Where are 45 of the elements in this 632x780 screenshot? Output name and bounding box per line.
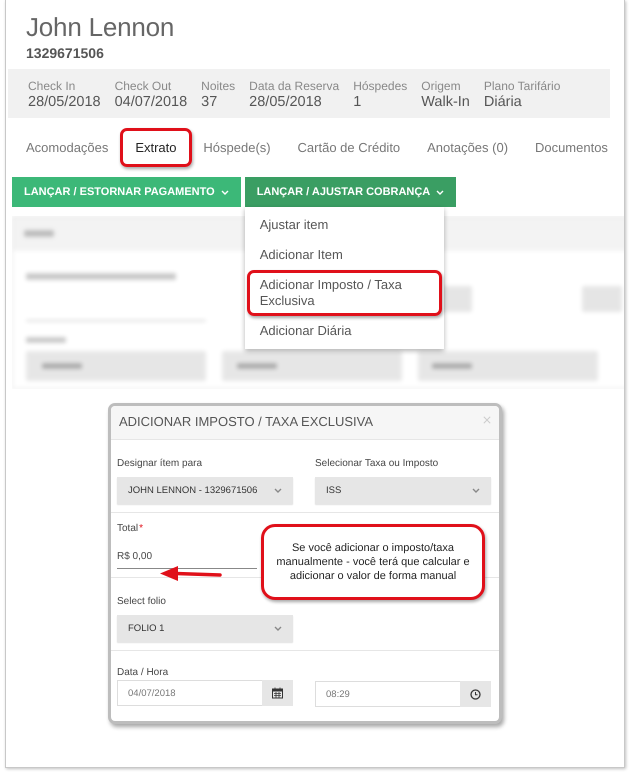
select-field[interactable]: JOHN LENNON - 1329671506 [117, 477, 293, 504]
field-label: Total [117, 523, 138, 534]
calendar-button[interactable] [262, 680, 293, 706]
select-field[interactable]: FOLIO 1 [117, 615, 293, 642]
required-mark: * [139, 523, 144, 534]
summary-label: Check Out [114, 79, 172, 93]
field-label: Data / Hora [117, 667, 170, 678]
summary-label: Noites [201, 79, 236, 93]
summary-label: Hóspedes [353, 79, 408, 93]
chevron-down-icon [436, 190, 444, 194]
chevron-down-icon [220, 190, 229, 194]
input-field[interactable]: 04/07/2018 [117, 680, 262, 706]
reservation-number: 1329671506 [26, 45, 105, 61]
guest-name: John Lennon [26, 12, 176, 43]
summary-value: 1 [353, 94, 362, 110]
summary-label: Plano Tarifário [484, 79, 560, 93]
field-label: Selecionar Taxa ou Imposto [315, 458, 440, 469]
menu-item[interactable]: Ajustar item [246, 210, 442, 240]
summary-value: Walk-In [421, 94, 470, 110]
arrow-icon [158, 564, 222, 583]
modal-title: ADICIONAR IMPOSTO / TAXA EXCLUSIVA [119, 414, 374, 429]
summary-value: 28/05/2018 [249, 94, 323, 110]
summary-label: Check In [28, 79, 76, 93]
summary-value: Diária [484, 94, 523, 110]
clock-icon [470, 688, 481, 700]
input-field[interactable]: R$ 0,00 [117, 537, 257, 569]
chevron-down-icon [472, 488, 480, 493]
menu-item[interactable]: Adicionar Diária [246, 316, 442, 346]
summary-value: 04/07/2018 [114, 94, 188, 110]
select-field[interactable]: ISS [315, 477, 491, 504]
field-label: Select folio [117, 596, 167, 607]
summary-label: Origem [421, 79, 462, 93]
summary-value: 28/05/2018 [28, 94, 101, 110]
chevron-down-icon [274, 488, 282, 493]
callout-note: Se você adicionar o imposto/taxa manualmente - você terá que calcular e adicionar o valor de forma manual [261, 524, 485, 600]
summary-label: Data da Reserva [249, 79, 340, 93]
menu-item[interactable]: Adicionar Imposto / Taxa Exclusiva [246, 270, 442, 316]
chevron-down-icon [274, 626, 282, 631]
field-label: Designar ítem para [117, 458, 204, 469]
clock-button[interactable] [460, 681, 491, 707]
summary-value: 37 [201, 94, 218, 110]
calendar-icon [272, 687, 283, 699]
menu-item[interactable]: Adicionar Item [246, 240, 442, 270]
input-field[interactable]: 08:29 [315, 681, 460, 707]
tab[interactable]: Extrato [120, 128, 192, 167]
